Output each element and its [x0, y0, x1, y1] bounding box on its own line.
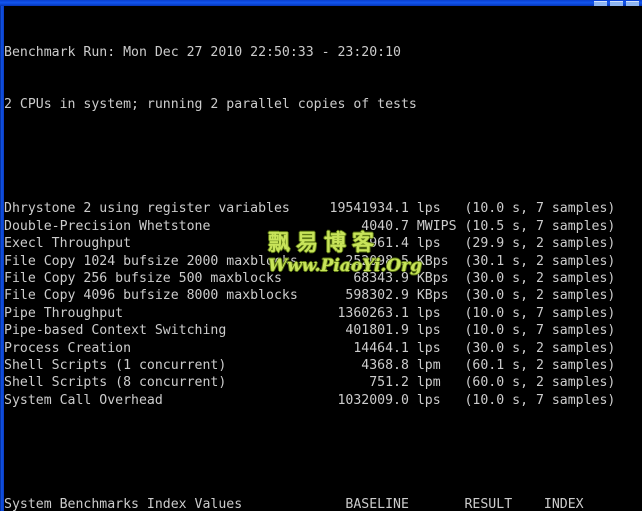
benchmark-result-row: System Call Overhead 1032009.0 lps (10.0… — [4, 392, 616, 408]
benchmark-run-line: Benchmark Run: Mon Dec 27 2010 22:50:33 … — [4, 44, 401, 60]
benchmark-result-row: Execl Throughput 3961.4 lps (29.9 s, 2 s… — [4, 236, 616, 252]
benchmark-result-row: Process Creation 14464.1 lps (30.0 s, 2 … — [4, 340, 616, 356]
benchmark-result-row: File Copy 256 bufsize 500 maxblocks 6834… — [4, 270, 616, 286]
benchmark-result-row: File Copy 4096 bufsize 8000 maxblocks 59… — [4, 288, 616, 304]
benchmark-results-block: Dhrystone 2 using register variables 195… — [4, 200, 642, 409]
benchmark-result-row: Dhrystone 2 using register variables 195… — [4, 201, 616, 217]
benchmark-result-row: Pipe Throughput 1360263.1 lps (10.0 s, 7… — [4, 305, 616, 321]
benchmark-result-row: File Copy 1024 bufsize 2000 maxblocks 25… — [4, 253, 616, 269]
benchmark-result-row: Shell Scripts (1 concurrent) 4368.8 lpm … — [4, 357, 616, 373]
terminal-output[interactable]: Benchmark Run: Mon Dec 27 2010 22:50:33 … — [4, 6, 642, 511]
index-table-header: System Benchmarks Index Values BASELINE … — [4, 497, 584, 511]
benchmark-result-row: Double-Precision Whetstone 4040.7 MWIPS … — [4, 218, 616, 234]
benchmark-result-row: Shell Scripts (8 concurrent) 751.2 lpm (… — [4, 375, 616, 391]
cpu-info-line: 2 CPUs in system; running 2 parallel cop… — [4, 97, 417, 113]
terminal-window: Benchmark Run: Mon Dec 27 2010 22:50:33 … — [0, 0, 642, 511]
benchmark-result-row: Pipe-based Context Switching 401801.9 lp… — [4, 323, 616, 339]
